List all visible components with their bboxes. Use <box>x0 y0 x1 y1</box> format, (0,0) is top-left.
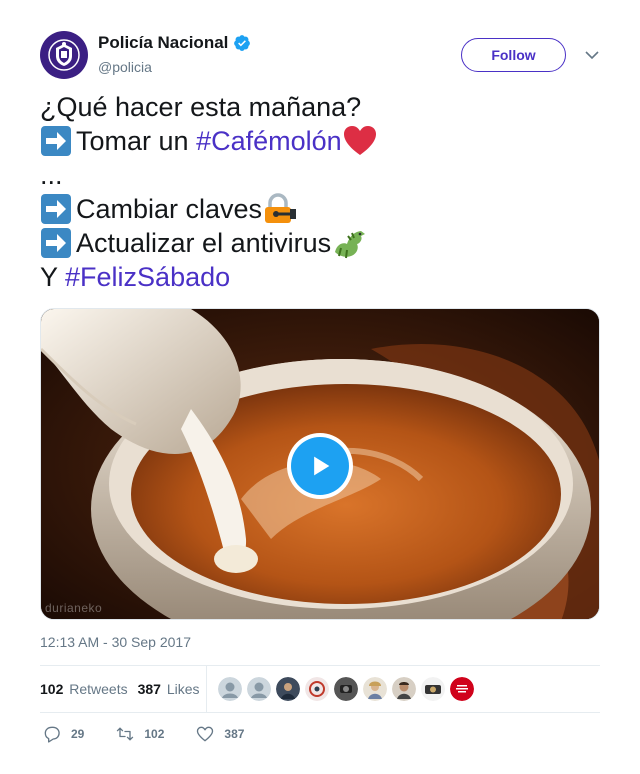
likers-avatars <box>218 677 474 701</box>
tweet-line-text: ... <box>40 160 63 190</box>
tweet-timestamp[interactable]: 12:13 AM - 30 Sep 2017 <box>40 634 191 650</box>
liker-avatar[interactable] <box>305 677 329 701</box>
tweet-text: ¿Qué hacer esta mañana? Tomar un #Cafémo… <box>40 90 600 294</box>
lock-with-key-emoji-icon <box>262 192 298 226</box>
reply-count: 29 <box>71 727 85 741</box>
account-handle[interactable]: @policia <box>98 59 152 75</box>
retweets-label: Retweets <box>69 681 128 697</box>
follow-button[interactable]: Follow <box>461 38 566 72</box>
retweet-count: 102 <box>144 727 165 741</box>
tweet-line-text: Y <box>40 262 66 292</box>
reply-button[interactable]: 29 <box>42 724 84 744</box>
tweet-line: Tomar un #Cafémolón <box>40 124 600 158</box>
tweet-media-gif[interactable]: durianeko <box>40 308 600 620</box>
tweet-line-text: ¿Qué hacer esta mañana? <box>40 92 362 122</box>
hashtag-link[interactable]: #FelizSábado <box>65 260 230 294</box>
play-button[interactable] <box>287 433 353 499</box>
like-button[interactable]: 387 <box>195 724 244 744</box>
retweets-count: 102 <box>40 681 64 697</box>
liker-avatar[interactable] <box>392 677 416 701</box>
liker-avatar[interactable] <box>334 677 358 701</box>
dragon-emoji-icon <box>331 226 367 260</box>
account-avatar[interactable] <box>40 31 88 79</box>
likes-label: Likes <box>166 681 200 697</box>
tweet-line-text: Tomar un <box>76 126 197 156</box>
liker-avatar[interactable] <box>247 677 271 701</box>
heart-icon <box>197 726 214 742</box>
right-arrow-emoji-icon <box>40 227 72 259</box>
tweet-line-text: Cambiar claves <box>76 194 263 224</box>
account-name[interactable]: Policía Nacional <box>98 33 251 53</box>
liker-avatar[interactable] <box>363 677 387 701</box>
divider <box>40 712 600 713</box>
reply-icon <box>44 726 60 743</box>
tweet-line: Y #FelizSábado <box>40 260 600 294</box>
like-count: 387 <box>224 727 245 741</box>
tweet-line: Cambiar claves <box>40 192 600 226</box>
retweet-icon <box>117 727 134 741</box>
red-heart-emoji-icon <box>342 124 378 158</box>
liker-avatar[interactable] <box>421 677 445 701</box>
liker-avatar[interactable] <box>276 677 300 701</box>
tweet-line-text: Actualizar el antivirus <box>76 228 332 258</box>
tweet-stats: 102 Retweets 387 Likes <box>40 666 600 712</box>
retweets-stat[interactable]: 102 Retweets <box>40 681 128 697</box>
media-watermark: durianeko <box>45 601 103 615</box>
tweet-line: ... <box>40 158 600 192</box>
retweet-button[interactable]: 102 <box>115 724 164 744</box>
right-arrow-emoji-icon <box>40 125 72 157</box>
police-badge-icon <box>48 39 80 71</box>
verified-badge-icon <box>234 35 251 51</box>
tweet-actions: 29 102 387 <box>40 724 244 744</box>
likes-count: 387 <box>137 681 161 697</box>
chevron-down-icon[interactable] <box>584 47 600 63</box>
play-icon <box>291 437 349 495</box>
right-arrow-emoji-icon <box>40 193 72 225</box>
hashtag-link[interactable]: #Cafémolón <box>196 124 342 158</box>
tweet-line: Actualizar el antivirus <box>40 226 600 260</box>
tweet-line: ¿Qué hacer esta mañana? <box>40 90 600 124</box>
account-name-text: Policía Nacional <box>98 33 229 52</box>
stats-separator <box>206 666 207 712</box>
liker-avatar[interactable] <box>450 677 474 701</box>
likes-stat[interactable]: 387 Likes <box>138 681 200 697</box>
liker-avatar[interactable] <box>218 677 242 701</box>
